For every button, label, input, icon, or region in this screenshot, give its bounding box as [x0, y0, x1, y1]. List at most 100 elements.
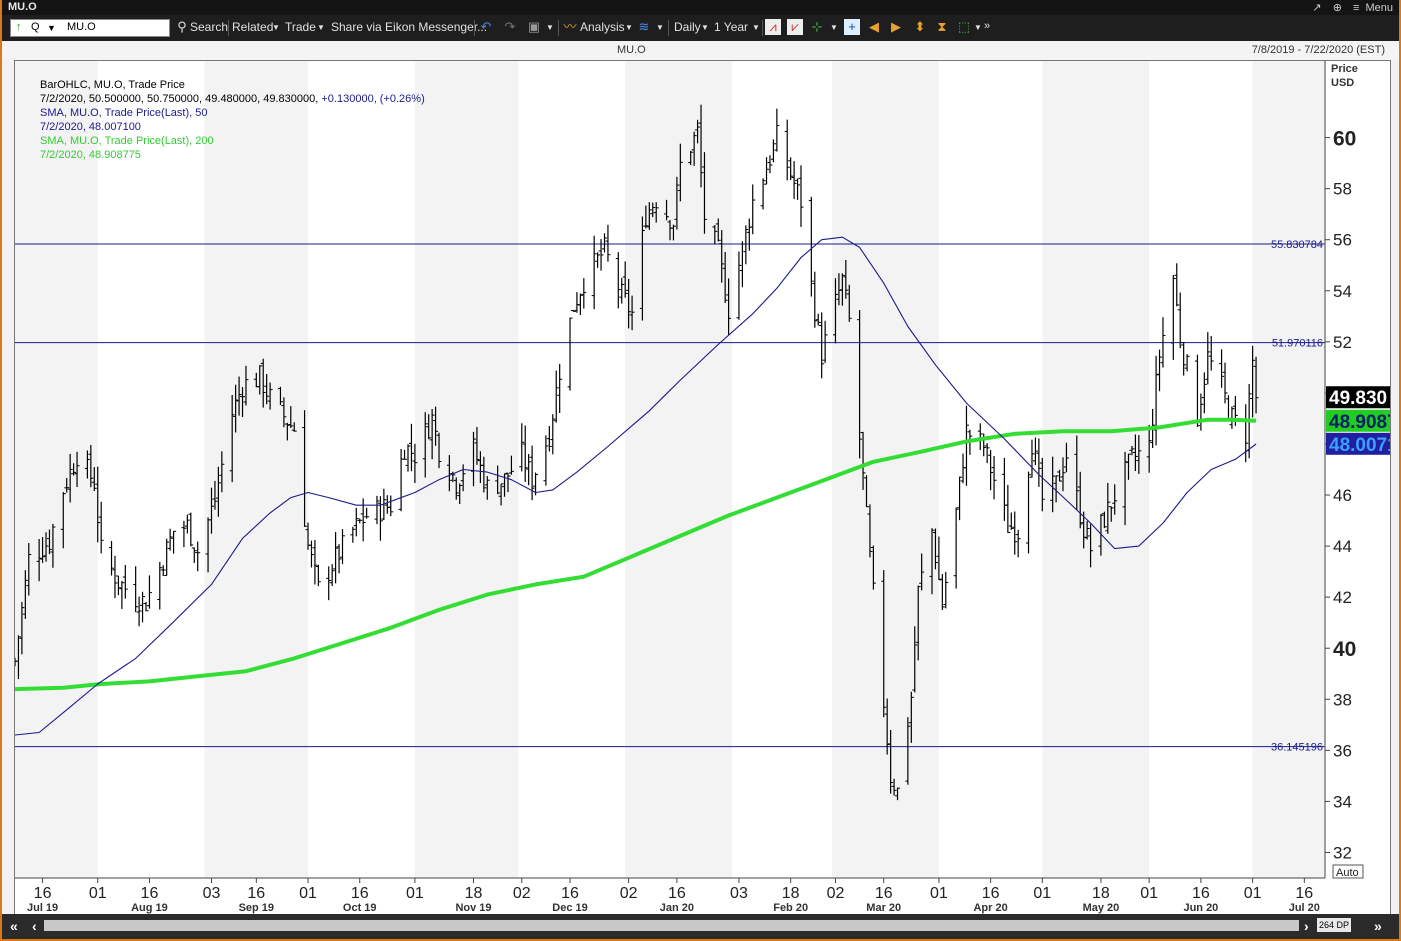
legend-change: +0.130000, (+0.26%) — [318, 93, 424, 105]
ohlc-bar — [167, 528, 173, 551]
trade-menu[interactable]: Trade — [285, 20, 316, 34]
price-chart[interactable]: 55.830784 51.970116 36.145196 Price USD 32 34… — [15, 61, 1390, 914]
y-tick-label: 32 — [1333, 843, 1352, 862]
fit-vertical-icon[interactable]: ⬍ — [912, 19, 928, 35]
x-tick-label: 01 — [1140, 885, 1158, 902]
popout-icon[interactable]: ↗ — [1312, 2, 1321, 14]
crosshair-chevron-icon[interactable]: ▼ — [830, 23, 838, 32]
date-range: 7/8/2019 - 7/22/2020 (EST) — [1251, 44, 1385, 56]
ohlc-bar — [1029, 439, 1035, 478]
search-button[interactable]: Search — [190, 20, 228, 34]
related-menu[interactable]: Related — [232, 20, 273, 34]
x-tick-label: 18 — [465, 885, 483, 902]
ohlc-bar — [333, 531, 339, 584]
month-band — [1042, 61, 1150, 878]
ohlc-bar — [384, 495, 390, 514]
hourglass-icon[interactable]: ⧗ — [934, 19, 950, 35]
scroll-left-icon[interactable]: ◀ — [866, 19, 882, 35]
y-tick-label: 60 — [1333, 128, 1356, 151]
scroll-end-icon[interactable]: » — [1374, 918, 1382, 934]
ohlc-bar — [377, 496, 383, 541]
ohlc-bar — [591, 235, 597, 310]
ohlc-bar — [388, 495, 394, 517]
ohlc-bar — [943, 571, 949, 609]
ohlc-bar — [160, 565, 166, 577]
x-tick-label: 01 — [406, 885, 424, 902]
ohlc-bar — [136, 596, 142, 627]
trade-chevron-icon[interactable]: ▼ — [317, 23, 325, 32]
horizontal-line-label: 55.830784 — [1271, 239, 1323, 251]
ohlc-bar — [1012, 511, 1018, 555]
crosshair-icon[interactable]: ⊹ — [809, 19, 825, 35]
link-icon[interactable]: ⊕ — [1333, 2, 1342, 14]
ohlc-bar — [1032, 437, 1038, 466]
ohlc-bar — [122, 565, 128, 599]
time-scrollbar[interactable] — [44, 920, 1299, 931]
interval-chevron-icon[interactable]: ▼ — [701, 23, 709, 32]
share-button[interactable]: Share via Eikon Messenger... — [331, 20, 487, 34]
y-axis-label: Price — [1331, 63, 1358, 75]
ohlc-bar — [408, 423, 414, 472]
analysis-menu[interactable]: Analysis — [580, 20, 625, 34]
camera-chevron-icon[interactable]: ▼ — [546, 23, 554, 32]
menu-icon[interactable]: ≡ — [1353, 2, 1359, 14]
ohlc-bar — [312, 539, 318, 585]
camera-icon[interactable]: ▣ — [526, 19, 542, 35]
more-icon[interactable]: » — [984, 20, 990, 32]
ohlc-bar — [1181, 342, 1187, 376]
studies-icon[interactable]: ≋ — [636, 19, 652, 35]
related-chevron-icon[interactable]: ▼ — [272, 23, 280, 32]
zoom-in-icon[interactable]: + — [844, 19, 860, 35]
window-controls: ↗ ⊕ ≡ Menu — [1312, 1, 1393, 14]
ohlc-bar — [750, 184, 756, 235]
x-month-label: Nov 19 — [455, 902, 491, 914]
ohlc-bar — [195, 541, 201, 572]
chart-type-icon[interactable]: ⩘ — [765, 19, 781, 35]
analysis-chevron-icon[interactable]: ▼ — [625, 23, 633, 32]
ohlc-bar — [181, 520, 187, 548]
horizontal-line-label: 36.145196 — [1271, 742, 1323, 754]
ohlc-bar — [739, 241, 745, 288]
last-value-text: 49.830 — [1329, 388, 1387, 409]
ohlc-bar — [357, 518, 363, 524]
ohlc-bar — [795, 178, 801, 200]
x-tick-label: 03 — [203, 885, 221, 902]
x-tick-label: 01 — [299, 885, 317, 902]
x-tick-label: 16 — [875, 885, 893, 902]
redo-icon[interactable]: ↷ — [502, 19, 518, 35]
month-band — [625, 61, 733, 878]
app-window: MU.O ↗ ⊕ ≡ Menu ↑ Q ▼ MU.O ⚲ Search Rela… — [0, 0, 1401, 941]
scroll-back-icon[interactable]: ‹ — [32, 918, 37, 934]
studies-chevron-icon[interactable]: ▼ — [656, 23, 664, 32]
horizontal-line-label: 51.970116 — [1272, 338, 1323, 350]
ohlc-bar — [1174, 263, 1180, 307]
analysis-icon[interactable]: 〰 — [562, 19, 578, 35]
x-month-label: Jan 20 — [660, 902, 694, 914]
ohlc-bar — [984, 443, 990, 464]
select-icon[interactable]: ⬚ — [956, 19, 972, 35]
search-icon[interactable]: ⚲ — [174, 19, 190, 35]
ric-dropdown-icon[interactable]: ▼ — [47, 23, 56, 33]
ric-input[interactable]: MU.O — [67, 21, 96, 33]
ohlc-bar — [1208, 336, 1214, 371]
range-select[interactable]: 1 Year — [714, 20, 748, 34]
ohlc-bar — [364, 507, 370, 519]
y-axis-unit: USD — [1331, 77, 1354, 89]
select-chevron-icon[interactable]: ▼ — [974, 23, 982, 32]
menu-button[interactable]: Menu — [1365, 2, 1393, 14]
compare-icon[interactable]: ⩗ — [787, 19, 803, 35]
month-band — [15, 61, 98, 878]
y-tick-label: 52 — [1333, 333, 1352, 352]
ohlc-bar — [822, 320, 828, 363]
ric-input-box[interactable]: ↑ Q ▼ MU.O — [10, 19, 170, 37]
scroll-forward-icon[interactable]: › — [1304, 918, 1309, 934]
x-month-label: May 20 — [1083, 902, 1120, 914]
scroll-start-icon[interactable]: « — [10, 918, 18, 934]
range-chevron-icon[interactable]: ▼ — [752, 23, 760, 32]
undo-icon[interactable]: ↶ — [478, 19, 494, 35]
chart-area[interactable]: 55.830784 51.970116 36.145196 Price USD 32 34… — [14, 60, 1391, 915]
ohlc-bar — [133, 566, 139, 613]
interval-select[interactable]: Daily — [674, 20, 701, 34]
scroll-right-icon[interactable]: ▶ — [888, 19, 904, 35]
ohlc-bar — [1219, 349, 1225, 388]
